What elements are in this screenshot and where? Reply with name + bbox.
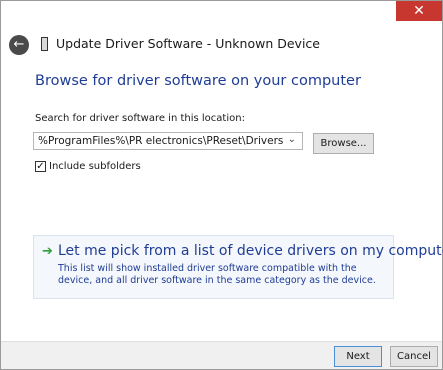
dialog-title: Update Driver Software - Unknown Device xyxy=(56,36,320,51)
pick-option-description: This list will show installed driver sof… xyxy=(58,263,376,286)
back-button[interactable]: ← xyxy=(9,35,29,55)
title-bar: ✕ xyxy=(1,1,442,27)
driver-path-combobox[interactable]: %ProgramFiles%\PR electronics\PReset\Dri… xyxy=(33,132,303,150)
include-subfolders-label: Include subfolders xyxy=(49,161,141,172)
include-subfolders-checkbox[interactable]: ✓ xyxy=(35,161,46,172)
dialog-content: Browse for driver software on your compu… xyxy=(1,65,443,341)
dialog-footer: Next Cancel xyxy=(1,341,442,369)
dialog-header: ← Update Driver Software - Unknown Devic… xyxy=(1,27,442,65)
browse-button[interactable]: Browse... xyxy=(313,133,374,154)
driver-path-value: %ProgramFiles%\PR electronics\PReset\Dri… xyxy=(38,135,284,147)
back-arrow-icon: ← xyxy=(13,37,25,52)
update-driver-dialog: ✕ ← Update Driver Software - Unknown Dev… xyxy=(0,0,443,370)
close-button[interactable]: ✕ xyxy=(396,1,442,21)
cancel-button[interactable]: Cancel xyxy=(390,346,438,367)
close-icon: ✕ xyxy=(413,3,425,19)
pick-option-title[interactable]: Let me pick from a list of device driver… xyxy=(58,243,443,259)
page-heading: Browse for driver software on your compu… xyxy=(35,73,361,89)
search-location-label: Search for driver software in this locat… xyxy=(35,113,245,124)
device-icon xyxy=(41,37,48,51)
pick-from-list-option[interactable]: ➔ Let me pick from a list of device driv… xyxy=(33,235,443,299)
chevron-down-icon[interactable]: ⌄ xyxy=(288,134,296,145)
next-button[interactable]: Next xyxy=(334,346,382,367)
green-arrow-icon: ➔ xyxy=(42,244,53,259)
